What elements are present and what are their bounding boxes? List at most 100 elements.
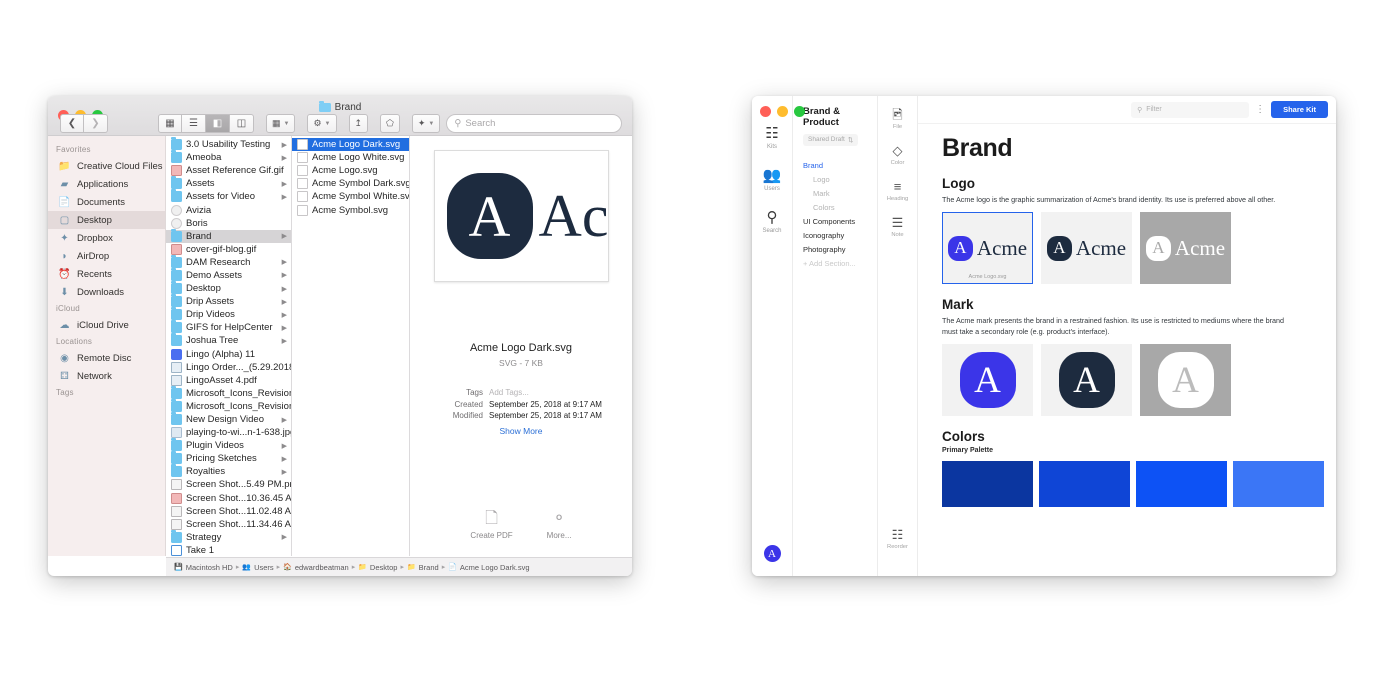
color-swatch[interactable] bbox=[1233, 461, 1324, 508]
file-row[interactable]: Acme Symbol Dark.svg bbox=[292, 177, 409, 190]
logo-asset-row[interactable]: A Acme Acme Logo.svg A Acme A Acme bbox=[942, 212, 1336, 285]
file-row[interactable]: Plugin Videos ▶ bbox=[166, 438, 291, 452]
logo-asset[interactable]: A Acme bbox=[1140, 212, 1231, 285]
kit-status-chip[interactable]: Shared Draft ⇅ bbox=[803, 133, 859, 146]
file-row[interactable]: Ameoba ▶ bbox=[166, 149, 291, 164]
forward-button[interactable]: ❯ bbox=[84, 114, 108, 133]
sidebar-item-desktop[interactable]: ▢ Desktop bbox=[48, 211, 165, 229]
color-swatch[interactable] bbox=[1136, 461, 1227, 508]
file-row[interactable]: Drip Assets ▶ bbox=[166, 293, 291, 308]
file-row[interactable]: Drip Videos ▶ bbox=[166, 307, 291, 321]
color-swatch-row[interactable] bbox=[942, 461, 1336, 508]
kit-nav-ui-components[interactable]: UI Components bbox=[803, 214, 877, 228]
kebab-menu-icon[interactable]: ⋮ bbox=[1255, 104, 1265, 115]
breadcrumb-item[interactable]: 💾 Macintosh HD bbox=[174, 563, 233, 572]
lingo-traffic-lights[interactable] bbox=[760, 106, 805, 117]
file-row[interactable]: Acme Logo Dark.svg bbox=[292, 138, 409, 152]
maximize-button[interactable] bbox=[794, 106, 805, 117]
file-column-folders[interactable]: 3.0 Usability Testing ▶ Ameoba ▶ Asset Refer… bbox=[166, 136, 292, 556]
mark-asset[interactable]: A bbox=[942, 344, 1033, 417]
kit-section-nav[interactable]: Brand Logo Mark Colors UI Components Iconogra… bbox=[803, 158, 877, 270]
tool-file[interactable]: 🖻 File bbox=[887, 108, 909, 130]
list-view-icon[interactable]: ☰ bbox=[182, 114, 206, 133]
file-row[interactable]: Boris bbox=[166, 217, 291, 230]
more-button[interactable]: ⚬ More... bbox=[547, 511, 572, 541]
breadcrumb-item[interactable]: 📁 Brand bbox=[407, 563, 439, 572]
file-row[interactable]: Pricing Sketches ▶ bbox=[166, 451, 291, 465]
search-input[interactable]: ⚲ Search bbox=[446, 114, 622, 133]
file-row[interactable]: 3.0 Usability Testing ▶ bbox=[166, 136, 291, 151]
share-kit-button[interactable]: Share Kit bbox=[1271, 101, 1328, 118]
breadcrumb-item[interactable]: 📄 Acme Logo Dark.svg bbox=[448, 563, 529, 572]
file-row[interactable]: Lingo Order..._(5.29.2018) bbox=[166, 361, 291, 374]
file-row[interactable]: Acme Symbol.svg bbox=[292, 203, 409, 216]
file-row[interactable]: Brand ▶ bbox=[166, 228, 291, 243]
file-row[interactable]: Microsoft_Icons_Revision1▶ bbox=[166, 385, 291, 400]
sidebar-item-applications[interactable]: ▰ Applications bbox=[48, 175, 165, 193]
tool-note[interactable]: ☰ Note bbox=[887, 216, 909, 238]
gallery-view-icon[interactable]: ◫ bbox=[230, 114, 254, 133]
file-row[interactable]: Screen Shot...10.36.45 AM bbox=[166, 492, 291, 505]
avatar[interactable]: A bbox=[763, 545, 781, 562]
kit-nav-iconography[interactable]: Iconography bbox=[803, 228, 877, 242]
file-row[interactable]: cover-gif-blog.gif bbox=[166, 243, 291, 256]
breadcrumb-item[interactable]: 👥 Users bbox=[242, 563, 273, 572]
view-mode-segmented[interactable]: ▦ ☰ ◧ ◫ bbox=[158, 114, 254, 133]
color-swatch[interactable] bbox=[942, 461, 1033, 508]
tag-button[interactable]: ⬠ bbox=[380, 114, 400, 133]
sidebar-item-remote-disc[interactable]: ◉ Remote Disc bbox=[48, 349, 165, 367]
file-row[interactable]: New Design Video ▶ bbox=[166, 411, 291, 426]
file-row[interactable]: playing-to-wi...n-1-638.jpg bbox=[166, 426, 291, 439]
file-row[interactable]: Strategy ▶ bbox=[166, 529, 291, 544]
file-row[interactable]: Acme Symbol White.svg bbox=[292, 190, 409, 203]
breadcrumb-item[interactable]: 🏠 edwardbeatman bbox=[283, 563, 349, 572]
create-pdf-button[interactable]: 🗋 Create PDF bbox=[470, 511, 512, 541]
file-row[interactable]: DAM Research ▶ bbox=[166, 254, 291, 269]
file-row[interactable]: Screen Shot...11.02.48 AM bbox=[166, 505, 291, 518]
file-row[interactable]: Demo Assets ▶ bbox=[166, 267, 291, 282]
breadcrumb[interactable]: 💾 Macintosh HD ▸ 👥 Users ▸ 🏠 edwardbeatman ▸ 📁 Des… bbox=[166, 557, 632, 576]
file-column-files[interactable]: Acme Logo Dark.svg Acme Logo White.svg Acm… bbox=[292, 136, 410, 556]
group-by-button[interactable]: ▦ ▼ bbox=[266, 114, 296, 133]
file-row[interactable]: Microsoft_Icons_Revision2▶ bbox=[166, 398, 291, 413]
sidebar-item-icloud-drive[interactable]: ☁ iCloud Drive bbox=[48, 316, 165, 334]
file-row[interactable]: Take 1 bbox=[166, 544, 291, 556]
breadcrumb-item[interactable]: 📁 Desktop bbox=[358, 563, 397, 572]
sidebar-item-creative-cloud-files[interactable]: 📁 Creative Cloud Files bbox=[48, 157, 165, 175]
action-button[interactable]: ⚙ ▼ bbox=[307, 114, 337, 133]
tool-color[interactable]: ◇ Color bbox=[887, 144, 909, 166]
metadata-value[interactable]: Add Tags... bbox=[489, 388, 529, 397]
minimize-button[interactable] bbox=[777, 106, 788, 117]
sidebar-item-airdrop[interactable]: ◗ AirDrop bbox=[48, 247, 165, 265]
logo-asset[interactable]: A Acme Acme Logo.svg bbox=[942, 212, 1033, 285]
column-view-icon[interactable]: ◧ bbox=[206, 114, 230, 133]
dropbox-button[interactable]: ✦ ▼ bbox=[411, 114, 441, 133]
preview-actions[interactable]: 🗋 Create PDF ⚬ More... bbox=[470, 511, 572, 541]
kit-nav-photography[interactable]: Photography bbox=[803, 242, 877, 256]
file-row[interactable]: Desktop ▶ bbox=[166, 280, 291, 295]
mark-asset[interactable]: A bbox=[1041, 344, 1132, 417]
reorder-button[interactable]: ☷ Reorder bbox=[887, 528, 908, 550]
mark-asset[interactable]: A bbox=[1140, 344, 1231, 417]
file-row[interactable]: Asset Reference Gif.gif bbox=[166, 164, 291, 177]
file-row[interactable]: LingoAsset 4.pdf bbox=[166, 374, 291, 387]
sidebar-item-documents[interactable]: 📄 Documents bbox=[48, 193, 165, 211]
file-row[interactable]: Lingo (Alpha) 11 bbox=[166, 348, 291, 361]
close-button[interactable] bbox=[760, 106, 771, 117]
kit-nav--add-section-[interactable]: + Add Section... bbox=[803, 256, 877, 270]
nav-buttons[interactable]: ❮ ❯ bbox=[60, 114, 108, 133]
logo-asset[interactable]: A Acme bbox=[1041, 212, 1132, 285]
icon-view-icon[interactable]: ▦ bbox=[158, 114, 182, 133]
kit-nav-mark[interactable]: Mark bbox=[803, 186, 877, 200]
file-row[interactable]: Acme Logo White.svg bbox=[292, 151, 409, 164]
file-row[interactable]: Joshua Tree ▶ bbox=[166, 333, 291, 347]
tool-heading[interactable]: ≡ Heading bbox=[887, 180, 909, 202]
show-more-link[interactable]: Show More bbox=[431, 426, 611, 436]
rail-item-search[interactable]: ⚲ Search bbox=[762, 210, 781, 234]
file-row[interactable]: GIFS for HelpCenter ▶ bbox=[166, 320, 291, 334]
file-row[interactable]: Assets ▶ bbox=[166, 176, 291, 190]
filter-input[interactable]: ⚲ Filter bbox=[1131, 101, 1250, 118]
file-row[interactable]: Acme Logo.svg bbox=[292, 164, 409, 177]
color-swatch[interactable] bbox=[1039, 461, 1130, 508]
kit-nav-brand[interactable]: Brand bbox=[803, 158, 877, 172]
